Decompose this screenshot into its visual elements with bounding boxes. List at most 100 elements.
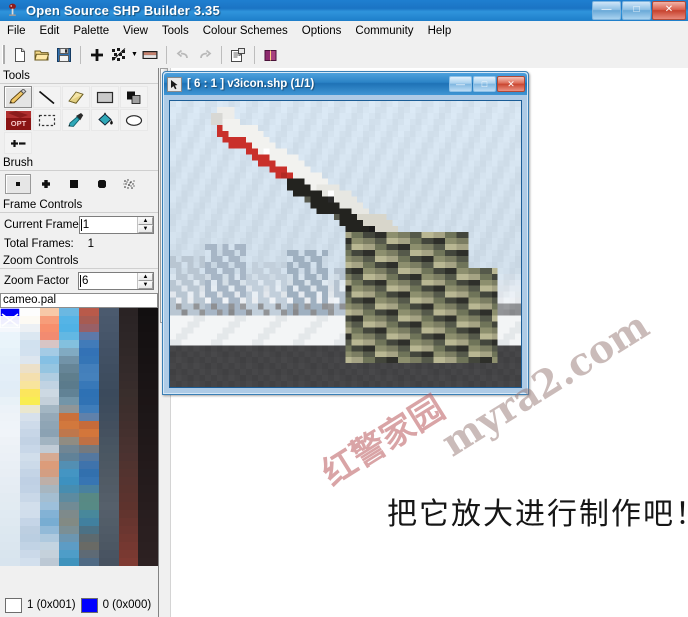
palette-swatch[interactable] [118,485,139,494]
palette-swatch[interactable] [118,364,139,373]
palette-swatch[interactable] [59,453,79,462]
palette-swatch[interactable] [118,428,139,437]
save-disk-icon[interactable] [53,44,75,66]
palette-swatch[interactable] [138,477,158,486]
palette-swatch[interactable] [19,509,40,518]
palette-swatch[interactable] [98,485,119,494]
palette-swatch[interactable] [98,420,119,429]
palette-swatch[interactable] [138,380,158,389]
palette-swatch[interactable] [138,356,158,365]
shadow-tool[interactable] [120,86,148,108]
palette-swatch[interactable] [59,340,79,349]
palette-swatch[interactable] [118,477,139,486]
palette-swatch[interactable] [98,453,119,462]
palette-swatch[interactable] [138,364,158,373]
palette-swatch[interactable] [39,453,60,462]
menu-item-colour-schemes[interactable]: Colour Schemes [196,23,295,39]
palette-swatch[interactable] [59,493,79,502]
palette-swatch[interactable] [0,388,20,397]
palette-swatch[interactable] [59,372,79,381]
palette-swatch[interactable] [19,453,40,462]
palette-swatch[interactable] [19,461,40,470]
brush-blob[interactable] [89,174,115,194]
palette-swatch[interactable] [118,453,139,462]
ellipse-tool[interactable] [120,109,148,131]
plus-minus-tool[interactable] [4,132,32,154]
palette-swatch[interactable] [79,517,99,526]
palette-swatch[interactable] [59,533,79,542]
palette-swatch[interactable] [0,412,20,421]
rectangle-tool[interactable] [91,86,119,108]
palette-swatch[interactable] [79,356,99,365]
palette-swatch[interactable] [79,501,99,510]
palette-swatch[interactable] [59,549,79,558]
palette-swatch[interactable] [98,348,119,357]
brush-spray[interactable] [117,174,143,194]
menu-item-community[interactable]: Community [348,23,420,39]
palette-swatch[interactable] [98,412,119,421]
palette-swatch[interactable] [98,557,119,566]
palette-swatch[interactable] [79,437,99,446]
palette-swatch[interactable] [19,485,40,494]
eraser-tool[interactable] [62,86,90,108]
menu-item-tools[interactable]: Tools [155,23,196,39]
palette-swatch[interactable] [59,445,79,454]
palette-swatch[interactable] [59,437,79,446]
palette-swatch[interactable] [0,445,20,454]
palette-swatch[interactable] [79,525,99,534]
palette-swatch[interactable] [59,477,79,486]
palette-swatch[interactable] [39,533,60,542]
palette-swatch[interactable] [98,380,119,389]
palette-swatch[interactable] [118,549,139,558]
palette-filename[interactable]: cameo.pal [0,293,158,308]
palette-swatch[interactable] [39,469,60,478]
palette-swatch[interactable] [118,541,139,550]
palette-swatch[interactable] [39,316,60,325]
palette-swatch[interactable] [19,396,40,405]
zoom-factor-stepper[interactable]: 6 ▲ ▼ [78,272,154,290]
palette-swatch[interactable] [138,308,158,317]
palette-swatch[interactable] [0,420,20,429]
palette-swatch[interactable] [19,308,40,317]
palette-swatch[interactable] [59,485,79,494]
palette-swatch[interactable] [19,469,40,478]
palette-swatch[interactable] [19,412,40,421]
brush-square[interactable] [61,174,87,194]
palette-swatch[interactable] [19,332,40,341]
palette-swatch[interactable] [118,525,139,534]
sprite-canvas[interactable] [170,101,521,387]
palette-swatch[interactable] [0,517,20,526]
palette-swatch[interactable] [19,356,40,365]
palette-swatch[interactable] [138,445,158,454]
palette-swatch[interactable] [39,477,60,486]
palette-swatch[interactable] [98,404,119,413]
add-plus-icon[interactable] [86,44,108,66]
palette-swatch[interactable] [138,509,158,518]
palette-swatch[interactable] [118,348,139,357]
palette-swatch[interactable] [59,348,79,357]
gradient-bar-icon[interactable] [139,44,161,66]
spin-up-icon[interactable]: ▲ [138,217,153,225]
palette-swatch[interactable] [39,324,60,333]
current-frame-spin-buttons[interactable]: ▲ ▼ [137,217,153,233]
palette-swatch[interactable] [0,493,20,502]
palette-swatch[interactable] [118,340,139,349]
palette-swatch[interactable] [39,380,60,389]
close-button[interactable]: ✕ [652,1,686,20]
menu-item-view[interactable]: View [116,23,155,39]
palette-swatch[interactable] [79,420,99,429]
document-close-button[interactable]: ✕ [497,76,525,92]
palette-swatch[interactable] [39,461,60,470]
palette-swatch[interactable] [19,517,40,526]
palette-swatch[interactable] [138,420,158,429]
palette-swatch[interactable] [118,332,139,341]
palette-swatch[interactable] [0,461,20,470]
palette-swatch[interactable] [98,324,119,333]
eyedropper-tool[interactable] [62,109,90,131]
menu-item-edit[interactable]: Edit [33,23,67,39]
palette-swatch[interactable] [138,340,158,349]
palette-swatch[interactable] [118,461,139,470]
palette-swatch[interactable] [98,461,119,470]
palette-swatch[interactable] [0,541,20,550]
palette-swatch[interactable] [98,316,119,325]
